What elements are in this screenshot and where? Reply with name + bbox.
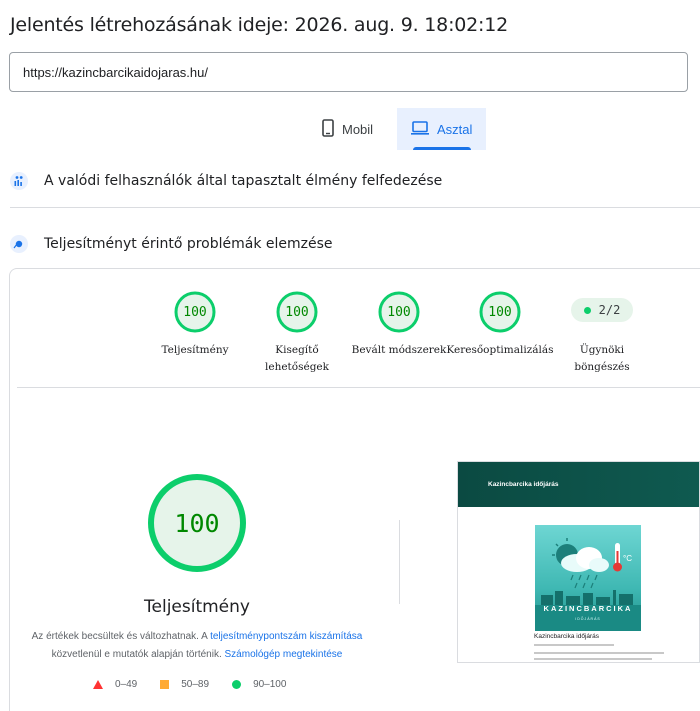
performance-title: Teljesítmény [144,597,250,617]
score-legend: 0–49 50–89 90–100 [93,679,309,690]
users-chart-icon [10,172,28,190]
score-calculation-link[interactable]: teljesítménypontszám kiszámítása [210,631,362,642]
preview-header: Kazincbarcika időjárás [458,462,699,507]
performance-description: Az értékek becsültek és változhatnak. A … [22,628,372,664]
field-data-heading: A valódi felhasználók által tapasztalt é… [44,173,443,189]
tab-desktop[interactable]: Asztal [397,108,486,150]
gauge-seo[interactable]: 100 [478,290,522,334]
preview-hero-image: °C KAZINCBARCIKA IDŐJÁRÁS [535,525,641,631]
page-screenshot-preview[interactable]: Kazincbarcika időjárás °C KAZINCBARCIKA … [457,461,700,663]
device-tabs: Mobil Asztal [0,108,700,150]
panel-divider [17,387,700,388]
gauge-label-line: lehetőségek [265,361,329,373]
url-input[interactable]: https://kazincbarcikaidojaras.hu/ [9,52,688,92]
diagnose-section[interactable]: Teljesítményt érintő problémák elemzése [10,235,333,253]
preview-header-text: Kazincbarcika időjárás [488,481,559,488]
calculator-link[interactable]: Számológép megtekintése [225,649,343,660]
gauge-label-line: Ügynöki [579,344,625,356]
gauge-score: 100 [285,304,309,320]
gauge-label-seo: Keresőoptimalizálás [446,344,554,356]
green-circle-icon [232,680,242,689]
temp-unit-label: °C [623,554,632,563]
vertical-separator [399,520,400,604]
tab-desktop-label: Asztal [437,121,473,137]
legend-average-range: 50–89 [181,679,210,690]
gauge-score: 100 [183,304,207,320]
legend-fail: 0–49 [93,679,137,690]
tab-mobile[interactable]: Mobil [322,108,392,150]
gauge-score: 100 [488,304,512,320]
tab-mobile-label: Mobil [342,121,374,137]
report-timestamp: Jelentés létrehozásának ideje: 2026. aug… [10,14,509,36]
gauge-label-best-practices: Bevált módszerek [351,344,447,356]
diagnose-heading: Teljesítményt érintő problémák elemzése [44,236,333,252]
preview-text-line [534,658,652,660]
legend-average: 50–89 [160,679,209,690]
preview-brand-sub: IDŐJÁRÁS [575,617,601,621]
smartphone-icon [322,118,342,140]
performance-gauge-large: 100 [146,472,248,574]
agent-browsing-badge[interactable]: 2/2 [571,298,633,322]
field-data-section[interactable]: A valódi felhasználók által tapasztalt é… [10,172,442,190]
gauge-label-line: böngészés [574,361,630,373]
gauge-accessibility[interactable]: 100 [275,290,319,334]
agent-value: 2/2 [598,303,621,317]
gauge-label-accessibility: Kisegítő lehetőségek [252,342,342,376]
legend-pass-range: 90–100 [253,679,287,690]
lighthouse-icon [10,235,28,253]
weather-illustration-icon: °C [535,538,641,631]
gauge-label-line: Kisegítő [275,344,319,356]
red-triangle-icon [93,680,103,689]
gauge-score: 100 [387,304,411,320]
pass-dot-icon [583,306,591,314]
preview-text-line [534,644,614,646]
url-value: https://kazincbarcikaidojaras.hu/ [23,64,208,80]
preview-text-line [534,652,664,654]
gauge-label-agent: Ügynöki böngészés [557,342,647,376]
gauge-best-practices[interactable]: 100 [377,290,421,334]
legend-pass: 90–100 [232,679,286,690]
laptop-icon [411,120,437,138]
desc-text: Az értékek becsültek és változhatnak. A [31,631,211,642]
section-divider [10,207,700,208]
orange-square-icon [160,680,170,689]
legend-fail-range: 0–49 [115,679,138,690]
gauge-label-performance: Teljesítmény [161,344,229,356]
preview-brand: KAZINCBARCIKA [543,604,633,613]
desc-text: közvetlenül e mutatók alapján történik. [51,649,225,660]
preview-title: Kazincbarcika időjárás [534,633,600,640]
performance-score: 100 [174,508,220,538]
gauge-performance[interactable]: 100 [173,290,217,334]
